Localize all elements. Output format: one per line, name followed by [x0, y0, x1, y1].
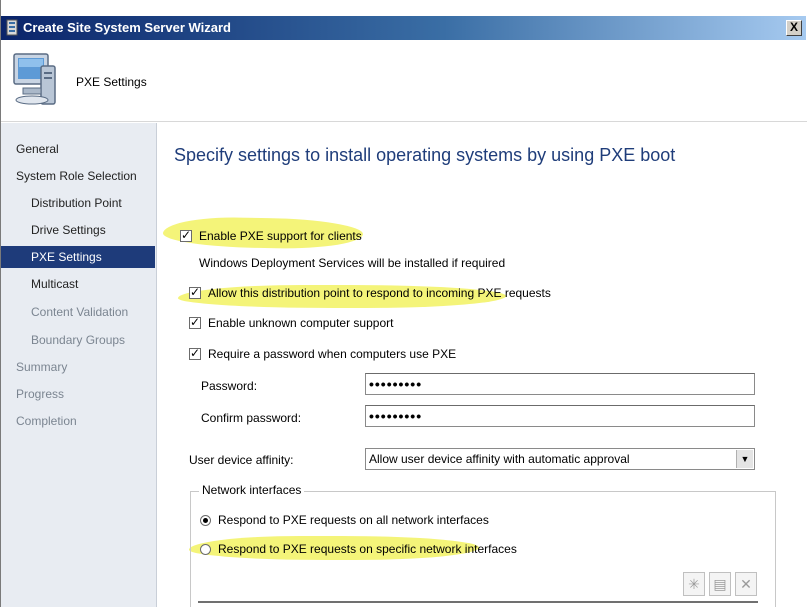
nav-item-boundary-groups[interactable]: Boundary Groups — [1, 329, 155, 351]
radio-all-interfaces-label: Respond to PXE requests on all network i… — [218, 513, 489, 527]
network-interfaces-title: Network interfaces — [199, 483, 305, 497]
enable-pxe-label: Enable PXE support for clients — [199, 229, 362, 243]
allow-respond-checkbox[interactable]: ✓ — [189, 285, 201, 299]
delete-icon: ✕ — [740, 576, 752, 592]
chevron-down-icon[interactable]: ▼ — [736, 450, 753, 468]
nav-item-system-role-selection[interactable]: System Role Selection — [1, 165, 155, 187]
check-icon: ✓ — [190, 285, 201, 299]
unknown-support-checkbox-row[interactable]: ✓ Enable unknown computer support — [189, 315, 394, 330]
nav-item-summary[interactable]: Summary — [1, 356, 155, 378]
allow-respond-checkbox-row[interactable]: ✓ Allow this distribution point to respon… — [189, 285, 551, 300]
radio-all-interfaces-row[interactable]: Respond to PXE requests on all network i… — [200, 513, 489, 527]
nav-item-drive-settings[interactable]: Drive Settings — [1, 219, 155, 241]
confirm-password-label: Confirm password: — [201, 411, 302, 425]
allow-respond-label: Allow this distribution point to respond… — [208, 286, 551, 300]
user-affinity-value: Allow user device affinity with automati… — [369, 452, 630, 466]
check-icon: ✓ — [190, 346, 201, 360]
wizard-header: PXE Settings — [1, 40, 807, 122]
nav-item-content-validation[interactable]: Content Validation — [1, 301, 155, 323]
nav-item-distribution-point[interactable]: Distribution Point — [1, 192, 155, 214]
nav-item-completion[interactable]: Completion — [1, 410, 155, 432]
close-button[interactable]: X — [786, 20, 802, 36]
section-heading: Specify settings to install operating sy… — [174, 145, 676, 165]
interface-properties-button[interactable]: ▤ — [709, 572, 731, 596]
page-title: PXE Settings — [76, 75, 147, 89]
add-interface-button[interactable]: ✳ — [683, 572, 705, 596]
wizard-window: Create Site System Server Wizard X PXE S… — [0, 0, 807, 607]
nav-item-multicast[interactable]: Multicast — [1, 273, 155, 295]
wizard-app-icon — [6, 19, 18, 36]
radio-specific-interfaces[interactable] — [200, 544, 211, 555]
wizard-navigation: General System Role Selection Distributi… — [1, 123, 157, 607]
require-password-checkbox-row[interactable]: ✓ Require a password when computers use P… — [189, 346, 457, 361]
enable-pxe-checkbox-row[interactable]: ✓ Enable PXE support for clients — [180, 228, 362, 243]
title-bar[interactable]: Create Site System Server Wizard X — [1, 16, 806, 40]
check-icon: ✓ — [190, 315, 201, 329]
radio-specific-interfaces-row[interactable]: Respond to PXE requests on specific netw… — [200, 542, 517, 556]
require-password-checkbox[interactable]: ✓ — [189, 346, 201, 360]
network-interfaces-list[interactable] — [198, 601, 758, 607]
properties-icon: ▤ — [713, 576, 727, 592]
require-password-label: Require a password when computers use PX… — [208, 347, 457, 361]
confirm-password-field[interactable]: ••••••••• — [365, 405, 755, 427]
password-label: Password: — [201, 379, 258, 393]
nav-item-pxe-settings[interactable]: PXE Settings — [1, 246, 155, 268]
user-affinity-dropdown[interactable]: Allow user device affinity with automati… — [365, 448, 755, 470]
computer-monitor-icon — [13, 53, 56, 105]
password-field[interactable]: ••••••••• — [365, 373, 755, 395]
check-icon: ✓ — [181, 228, 192, 242]
unknown-support-checkbox[interactable]: ✓ — [189, 315, 201, 329]
enable-pxe-checkbox[interactable]: ✓ — [180, 228, 192, 242]
delete-interface-button[interactable]: ✕ — [735, 572, 757, 596]
main-content: Specify settings to install operating sy… — [158, 123, 807, 607]
nav-item-progress[interactable]: Progress — [1, 383, 155, 405]
radio-all-interfaces[interactable] — [200, 515, 211, 526]
wds-note: Windows Deployment Services will be inst… — [199, 256, 506, 270]
network-interfaces-group: Network interfaces Respond to PXE reques… — [190, 483, 776, 607]
nav-item-general[interactable]: General — [1, 138, 155, 160]
close-icon: X — [789, 20, 798, 34]
radio-specific-interfaces-label: Respond to PXE requests on specific netw… — [218, 542, 517, 556]
radio-selected-dot — [203, 518, 208, 523]
user-affinity-label: User device affinity: — [189, 453, 294, 467]
unknown-support-label: Enable unknown computer support — [208, 316, 394, 330]
window-title: Create Site System Server Wizard — [23, 20, 231, 35]
add-icon: ✳ — [688, 576, 700, 592]
